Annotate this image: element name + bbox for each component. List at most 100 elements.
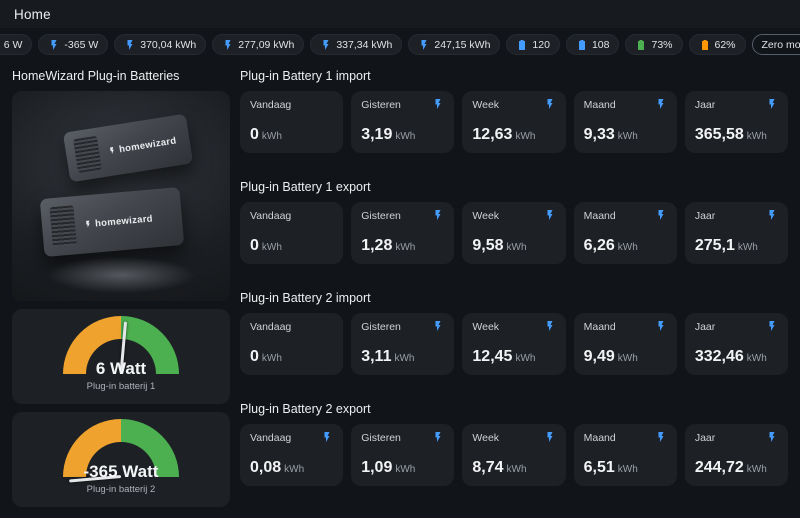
zero-mode-button[interactable]: Zero mode [751,34,800,55]
flash-icon [435,321,441,331]
chip-label: 277,09 kWh [238,38,295,51]
stat-card[interactable]: Jaar 244,72 kWh [684,424,789,486]
stat-card[interactable]: Vandaag 0,08 kWh [240,424,344,486]
stat-unit: kWh [395,242,416,253]
stat-value: 0,08 [250,459,282,476]
stat-label: Jaar [694,432,716,444]
stat-card[interactable]: Maand 6,51 kWh [573,424,677,486]
stat-label: Maand [583,210,616,222]
chip-energy-2[interactable]: 277,09 kWh [212,34,305,55]
stat-card[interactable]: Gisteren 3,19 kWh [351,91,455,153]
flash-icon [547,210,553,220]
flash-icon [547,321,553,331]
stat-value: 0 [250,348,259,365]
gauge-name: Plug-in batterij 1 [86,381,156,392]
flash-icon [421,39,427,50]
stat-card[interactable]: Maand 6,26 kWh [573,202,677,264]
stat-card[interactable]: Gisteren 1,09 kWh [351,424,455,486]
chip-label: 247,15 kWh [434,38,491,51]
stat-label: Maand [583,99,616,111]
chip-energy-1[interactable]: 370,04 kWh [114,34,207,55]
chip-battery-level-2[interactable]: 62% [688,34,746,55]
flash-icon [51,39,57,50]
stat-label: Week [472,432,500,444]
stat-card[interactable]: Vandaag 0 kWh [240,91,344,153]
chip-battery2-power[interactable]: -365 W [38,34,109,55]
flash-icon [323,39,329,50]
chip-battery1-power[interactable]: 6 W [0,34,33,55]
chip-label: 120 [532,38,550,51]
chip-label: 370,04 kWh [140,38,197,51]
stat-value: 1,09 [361,459,393,476]
stat-value: 0 [250,126,259,143]
battery-device-top: homewizard [62,113,194,183]
stat-card[interactable]: Gisteren 1,28 kWh [351,202,455,264]
chip-energy-3[interactable]: 337,34 kWh [310,34,403,55]
stat-label: Vandaag [250,99,292,111]
stat-label: Week [472,99,500,111]
flash-icon [547,99,553,109]
stat-unit: kWh [284,464,305,475]
flash-icon [435,432,441,442]
stat-unit: kWh [261,242,282,253]
flash-icon [658,210,664,220]
flash-icon [658,432,664,442]
right-column: Plug-in Battery 1 import Vandaag 0 kWh Gis… [240,67,789,515]
chip-cycles-1[interactable]: 120 [506,34,560,55]
chip-cycles-2[interactable]: 108 [565,34,620,55]
stat-card[interactable]: Week 12,63 kWh [462,91,566,153]
left-column: HomeWizard Plug-in Batteries homewizard … [12,67,230,515]
floor-glow [46,257,196,293]
stat-value: 3,19 [361,126,393,143]
section-title: Plug-in Battery 1 import [240,69,371,83]
stat-label: Vandaag [250,432,292,444]
stat-label: Jaar [694,321,716,333]
stat-card[interactable]: Jaar 332,46 kWh [684,313,789,375]
stat-value: 244,72 [694,459,744,476]
flash-icon [127,39,133,50]
stat-unit: kWh [395,464,416,475]
stat-label: Gisteren [361,99,401,111]
stat-card[interactable]: Week 12,45 kWh [462,313,566,375]
stat-unit: kWh [746,464,767,475]
stat-label: Maand [583,321,616,333]
stat-label: Maand [583,432,616,444]
stat-label: Gisteren [361,432,401,444]
stat-card[interactable]: Maand 9,33 kWh [573,91,677,153]
chip-battery-level-1[interactable]: 73% [625,34,683,55]
stat-card[interactable]: Jaar 275,1 kWh [684,202,789,264]
stat-unit: kWh [746,353,767,364]
stat-card[interactable]: Vandaag 0 kWh [240,202,344,264]
stat-value: 0 [250,237,259,254]
stat-value: 12,63 [472,126,513,143]
stat-card[interactable]: Week 9,58 kWh [462,202,566,264]
battery-icon [701,39,708,50]
flash-icon [225,39,231,50]
left-column-heading: HomeWizard Plug-in Batteries [12,69,180,83]
battery-product-image-card[interactable]: homewizard homewizard [12,91,230,301]
stat-unit: kWh [261,131,282,142]
stat-value: 1,28 [361,237,393,254]
section-title: Plug-in Battery 2 export [240,402,371,416]
chip-energy-4[interactable]: 247,15 kWh [408,34,501,55]
stat-card[interactable]: Jaar 365,58 kWh [684,91,789,153]
stat-card[interactable]: Maand 9,49 kWh [573,313,677,375]
battery-vent [49,205,77,247]
stat-label: Jaar [694,210,716,222]
gauge-battery-2[interactable]: -365 Watt Plug-in batterij 2 [12,412,230,507]
battery-vent [72,135,103,174]
flash-icon [658,321,664,331]
stat-card[interactable]: Vandaag 0 kWh [240,313,344,375]
battery-icon [578,39,585,50]
stat-card[interactable]: Gisteren 3,11 kWh [351,313,455,375]
stat-card[interactable]: Week 8,74 kWh [462,424,566,486]
stat-value: 3,11 [361,348,392,365]
stat-unit: kWh [506,242,527,253]
chip-label: 62% [714,38,736,51]
section-title: Plug-in Battery 2 import [240,291,371,305]
stat-card-row: Vandaag 0,08 kWh Gisteren 1,09 kWh Week 8,74 k… [240,424,789,486]
stat-label: Vandaag [250,321,292,333]
chip-label: Zero mode [761,38,800,51]
gauge-battery-1[interactable]: 6 Watt Plug-in batterij 1 [12,309,230,404]
stat-label: Week [472,210,500,222]
